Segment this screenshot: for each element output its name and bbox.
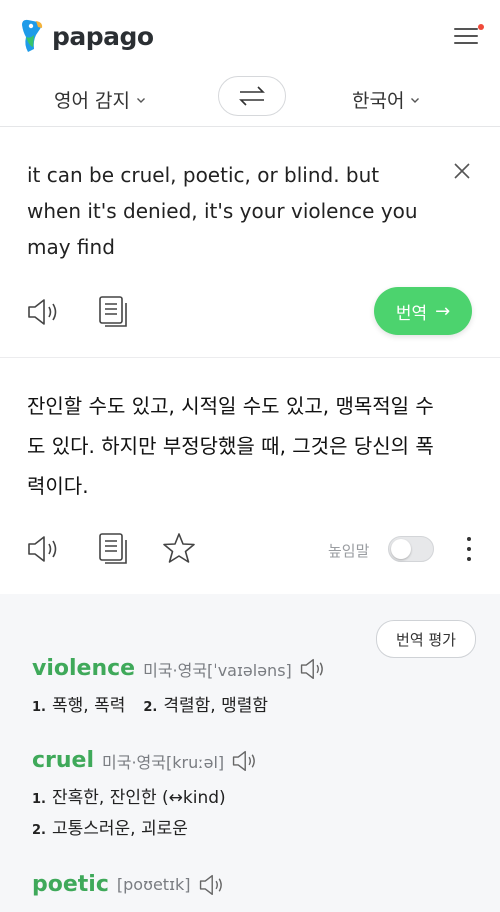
logo-text: papago [52, 21, 154, 51]
menu-button[interactable] [452, 24, 484, 48]
dictionary-word[interactable]: cruel [32, 748, 94, 773]
sense-number: 2. [32, 823, 46, 838]
more-vertical-icon[interactable] [464, 534, 474, 564]
translation-panel: 잔인할 수도 있고, 시적일 수도 있고, 맹목적일 수도 있다. 하지만 부정… [0, 358, 500, 594]
chevron-down-icon [411, 97, 420, 103]
swap-icon [239, 86, 265, 106]
language-bar: 영어 감지 한국어 [0, 72, 500, 127]
definition-line: 1. 잔혹한, 잔인한 (↔kind) [32, 783, 260, 808]
speaker-icon[interactable] [27, 297, 63, 327]
menu-icon [454, 28, 478, 30]
speaker-icon[interactable] [300, 657, 328, 681]
arrow-right-icon: → [435, 300, 451, 322]
swap-languages-button[interactable] [218, 76, 286, 116]
translation-evaluation-button[interactable]: 번역 평가 [376, 620, 476, 658]
dictionary-panel: 번역 평가 violence 미국·영국[ˈvaɪələns] 1. 폭행, 폭력… [0, 598, 500, 912]
evaluation-label: 번역 평가 [396, 630, 456, 649]
sense-number: 1. [32, 700, 46, 715]
definition-text: 잔혹한, 잔인한 (↔kind) [51, 788, 226, 808]
more-dot [467, 557, 471, 561]
translation-text: 잔인할 수도 있고, 시적일 수도 있고, 맹목적일 수도 있다. 하지만 부정… [27, 394, 434, 498]
target-language-label: 한국어 [352, 90, 405, 112]
definition-line: 2. 고통스러운, 괴로운 [32, 814, 260, 839]
speaker-icon[interactable] [232, 749, 260, 773]
toggle-knob [391, 539, 411, 559]
pronunciation: 미국·영국[kruːəl] [102, 752, 225, 772]
source-panel: it can be cruel, poetic, or blind. but w… [0, 127, 500, 358]
pronunciation: 미국·영국[ˈvaɪələns] [143, 660, 292, 680]
more-dot [467, 537, 471, 541]
honorific-toggle[interactable] [388, 536, 434, 562]
chevron-down-icon [136, 97, 145, 103]
definition-text: 격렬함, 맹렬함 [163, 696, 268, 716]
dictionary-entry: cruel 미국·영국[kruːəl] 1. 잔혹한, 잔인한 (↔kind) 2… [32, 748, 260, 839]
source-language-select[interactable]: 영어 감지 [54, 86, 146, 113]
app-header: papago [0, 0, 500, 72]
menu-icon-line [454, 35, 478, 37]
dictionary-word[interactable]: violence [32, 656, 135, 681]
more-dot [467, 547, 471, 551]
menu-icon-line [454, 42, 478, 44]
papago-logo[interactable]: papago [18, 19, 154, 53]
definition-text: 고통스러운, 괴로운 [51, 819, 188, 839]
definition-text: 폭행, 폭력 [51, 696, 126, 716]
dictionary-word[interactable]: poetic [32, 872, 109, 897]
speaker-icon[interactable] [199, 873, 227, 897]
target-language-select[interactable]: 한국어 [352, 86, 420, 113]
translate-button-label: 번역 [395, 303, 428, 324]
sense-number: 2. [143, 700, 158, 715]
source-language-label: 영어 감지 [54, 90, 130, 112]
star-icon[interactable] [162, 532, 196, 564]
pronunciation: [poʊetɪk] [116, 875, 191, 894]
speaker-icon[interactable] [27, 534, 63, 564]
dictionary-entry: poetic [poʊetɪk] [32, 872, 227, 897]
notification-dot [478, 24, 484, 30]
copy-icon[interactable] [98, 295, 130, 329]
copy-icon[interactable] [98, 532, 130, 566]
translate-button[interactable]: 번역 → [374, 287, 472, 335]
sense-number: 1. [32, 792, 46, 807]
papago-logo-icon [22, 19, 43, 52]
definition-line: 1. 폭행, 폭력 2. 격렬함, 맹렬함 [32, 691, 328, 716]
close-icon[interactable] [452, 161, 472, 181]
dictionary-entry: violence 미국·영국[ˈvaɪələns] 1. 폭행, 폭력 2. 격렬함,… [32, 656, 328, 716]
source-text-input[interactable]: it can be cruel, poetic, or blind. but w… [27, 157, 437, 265]
honorific-label: 높임말 [328, 542, 370, 560]
